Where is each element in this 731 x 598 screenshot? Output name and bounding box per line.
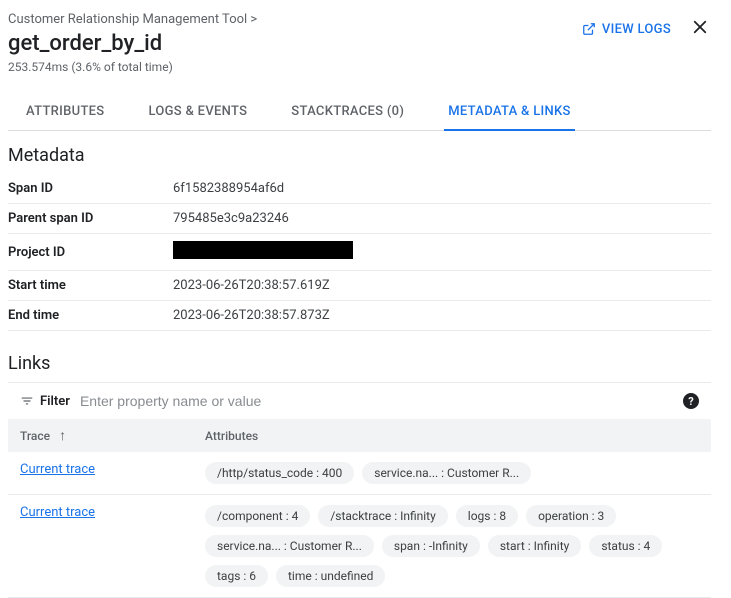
attribute-chip[interactable]: /http/status_code : 400 xyxy=(205,462,354,484)
attribute-chip[interactable]: time : undefined xyxy=(276,565,385,587)
page-title: get_order_by_id xyxy=(8,31,257,56)
help-icon[interactable]: ? xyxy=(683,393,699,409)
metadata-key: Start time xyxy=(8,271,173,301)
tab-logs-events[interactable]: LOGS & EVENTS xyxy=(144,94,251,131)
attribute-chip[interactable]: /stacktrace : Infinity xyxy=(318,505,447,527)
metadata-value: 2023-06-26T20:38:57.619Z xyxy=(173,271,711,301)
metadata-value xyxy=(173,234,711,271)
column-trace[interactable]: Trace ↑ xyxy=(8,419,193,452)
metadata-table: Span ID6f1582388954af6dParent span ID795… xyxy=(8,174,711,331)
view-logs-button[interactable]: VIEW LOGS xyxy=(582,22,671,37)
trace-link[interactable]: Current trace xyxy=(20,505,95,520)
attribute-chip[interactable]: /component : 4 xyxy=(205,505,310,527)
metadata-key: Span ID xyxy=(8,174,173,204)
metadata-value: 795485e3c9a23246 xyxy=(173,204,711,234)
metadata-key: End time xyxy=(8,301,173,331)
tab-attributes[interactable]: ATTRIBUTES xyxy=(22,94,108,131)
links-heading: Links xyxy=(8,353,711,374)
close-icon xyxy=(691,18,709,36)
attribute-chip[interactable]: status : 4 xyxy=(589,535,662,557)
attribute-chip[interactable]: span : -Infinity xyxy=(382,535,480,557)
table-row: Current trace/component : 4/stacktrace :… xyxy=(8,495,711,598)
close-button[interactable] xyxy=(689,16,711,42)
attribute-chip[interactable]: operation : 3 xyxy=(526,505,616,527)
metadata-value: 2023-06-26T20:38:57.873Z xyxy=(173,301,711,331)
attribute-chip[interactable]: service.na... : Customer R... xyxy=(362,462,531,484)
filter-input[interactable] xyxy=(80,393,673,409)
tab-metadata-links[interactable]: METADATA & LINKS xyxy=(444,94,575,131)
table-row: Current trace/http/status_code : 400 serv… xyxy=(8,452,711,495)
filter-label: Filter xyxy=(20,394,70,409)
open-in-new-icon xyxy=(582,22,596,36)
metadata-value: 6f1582388954af6d xyxy=(173,174,711,204)
sort-ascending-icon: ↑ xyxy=(59,427,66,444)
attribute-chip[interactable]: start : Infinity xyxy=(488,535,581,557)
tab-stacktraces-[interactable]: STACKTRACES (0) xyxy=(287,94,408,131)
trace-link[interactable]: Current trace xyxy=(20,462,95,477)
span-duration: 253.574ms (3.6% of total time) xyxy=(8,60,257,74)
links-table: Trace ↑ Attributes Current trace/http/st… xyxy=(8,419,711,598)
metadata-heading: Metadata xyxy=(8,145,711,166)
metadata-key: Project ID xyxy=(8,234,173,271)
attribute-chip[interactable]: service.na... : Customer R... xyxy=(205,535,374,557)
attribute-chip[interactable]: tags : 6 xyxy=(205,565,268,587)
view-logs-label: VIEW LOGS xyxy=(602,22,671,37)
redacted-value xyxy=(173,241,353,259)
column-attributes[interactable]: Attributes xyxy=(193,419,711,452)
attribute-chip[interactable]: logs : 8 xyxy=(456,505,518,527)
metadata-key: Parent span ID xyxy=(8,204,173,234)
filter-icon xyxy=(20,394,34,408)
breadcrumb[interactable]: Customer Relationship Management Tool > xyxy=(8,12,257,27)
